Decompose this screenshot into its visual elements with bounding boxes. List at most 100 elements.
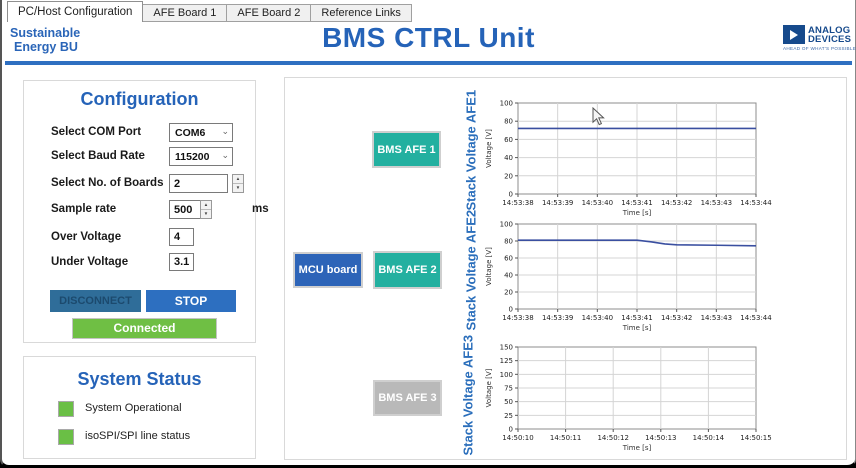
chart-stack-voltage-afe3: 0 25 50 75 100 125 150 14:50:10 14:50:11 14:50:12… bbox=[480, 340, 796, 459]
disconnect-button[interactable]: DISCONNECT bbox=[50, 290, 141, 312]
svg-text:Voltage [V]: Voltage [V] bbox=[485, 247, 493, 286]
com-port-value: COM6 bbox=[175, 127, 205, 139]
system-status-panel: System Status System Operational isoSPI/… bbox=[23, 356, 256, 459]
svg-text:14:53:42: 14:53:42 bbox=[661, 199, 692, 207]
baud-rate-select[interactable]: 115200 ⌄ bbox=[169, 147, 233, 166]
mouse-cursor bbox=[592, 107, 605, 131]
chart-stack-voltage-afe1: 0 20 40 60 80 100 14:53:38 14:53:39 14:53:40 14:5… bbox=[480, 96, 796, 224]
svg-text:14:53:43: 14:53:43 bbox=[701, 199, 732, 207]
svg-text:14:53:42: 14:53:42 bbox=[661, 314, 692, 322]
sample-rate-stepper[interactable]: ▲ ▼ bbox=[200, 200, 212, 219]
stack-voltage-afe3-label: Stack Voltage AFE3 bbox=[461, 336, 476, 456]
svg-text:14:53:43: 14:53:43 bbox=[701, 314, 732, 322]
sample-rate-label: Sample rate bbox=[51, 203, 116, 215]
svg-text:14:53:38: 14:53:38 bbox=[502, 314, 533, 322]
svg-text:14:50:12: 14:50:12 bbox=[597, 434, 628, 442]
svg-text:0: 0 bbox=[509, 426, 513, 434]
num-boards-input[interactable] bbox=[169, 174, 228, 193]
svg-text:14:53:39: 14:53:39 bbox=[542, 314, 573, 322]
svg-text:150: 150 bbox=[500, 344, 513, 352]
over-voltage-input[interactable] bbox=[169, 228, 194, 246]
svg-text:14:53:41: 14:53:41 bbox=[621, 314, 652, 322]
bms-afe2-button[interactable]: BMS AFE 2 bbox=[373, 251, 442, 289]
svg-text:75: 75 bbox=[504, 385, 513, 393]
svg-text:14:53:38: 14:53:38 bbox=[502, 199, 533, 207]
svg-text:14:53:40: 14:53:40 bbox=[582, 199, 613, 207]
configuration-title: Configuration bbox=[24, 89, 255, 110]
over-voltage-label: Over Voltage bbox=[51, 231, 121, 243]
svg-text:125: 125 bbox=[500, 357, 513, 365]
connection-status-badge: Connected bbox=[72, 318, 217, 339]
adi-triangle-icon bbox=[783, 25, 805, 44]
tab-afe-board-2[interactable]: AFE Board 2 bbox=[226, 4, 311, 22]
svg-text:14:50:10: 14:50:10 bbox=[502, 434, 533, 442]
isospi-line-label: isoSPI/SPI line status bbox=[85, 430, 190, 442]
svg-text:14:50:11: 14:50:11 bbox=[550, 434, 581, 442]
stack-voltage-afe1-label: Stack Voltage AFE1 bbox=[464, 91, 479, 211]
com-port-select[interactable]: COM6 ⌄ bbox=[169, 123, 233, 142]
system-status-title: System Status bbox=[24, 369, 255, 390]
step-up-icon[interactable]: ▲ bbox=[201, 201, 211, 210]
num-boards-stepper[interactable]: ▲ ▼ bbox=[232, 174, 244, 193]
page-title: BMS CTRL Unit bbox=[2, 22, 855, 54]
app-window: PC/Host Configuration AFE Board 1 AFE Bo… bbox=[0, 0, 856, 468]
svg-text:80: 80 bbox=[504, 238, 513, 246]
sample-rate-unit: ms bbox=[252, 203, 269, 215]
under-voltage-label: Under Voltage bbox=[51, 256, 128, 268]
step-down-icon[interactable]: ▼ bbox=[233, 184, 243, 192]
svg-text:14:53:41: 14:53:41 bbox=[621, 199, 652, 207]
under-voltage-input[interactable] bbox=[169, 253, 194, 271]
svg-text:20: 20 bbox=[504, 289, 513, 297]
header-divider bbox=[5, 61, 852, 65]
tab-reference-links[interactable]: Reference Links bbox=[310, 4, 412, 22]
svg-text:60: 60 bbox=[504, 255, 513, 263]
svg-text:14:53:44: 14:53:44 bbox=[740, 314, 772, 322]
svg-text:100: 100 bbox=[500, 371, 513, 379]
svg-text:0: 0 bbox=[509, 191, 513, 199]
stack-voltage-afe2-label: Stack Voltage AFE2 bbox=[464, 211, 479, 331]
tab-afe-board-1[interactable]: AFE Board 1 bbox=[142, 4, 227, 22]
analog-devices-logo: ANALOG DEVICES AHEAD OF WHAT'S POSSIBLE™ bbox=[783, 25, 853, 51]
svg-text:50: 50 bbox=[504, 398, 513, 406]
sample-rate-input[interactable] bbox=[169, 200, 201, 219]
step-down-icon[interactable]: ▼ bbox=[201, 210, 211, 218]
com-port-label: Select COM Port bbox=[51, 126, 141, 138]
chevron-down-icon: ⌄ bbox=[221, 128, 229, 134]
svg-text:14:50:14: 14:50:14 bbox=[693, 434, 725, 442]
system-operational-led bbox=[58, 401, 74, 417]
svg-text:14:53:44: 14:53:44 bbox=[740, 199, 772, 207]
mcu-board-button[interactable]: MCU board bbox=[293, 252, 363, 288]
svg-text:Time [s]: Time [s] bbox=[622, 209, 652, 217]
configuration-panel: Configuration Select COM Port COM6 ⌄ Sel… bbox=[23, 80, 256, 343]
logo-line2: DEVICES bbox=[808, 35, 851, 44]
svg-text:Time [s]: Time [s] bbox=[622, 324, 652, 332]
tab-pc-host-configuration[interactable]: PC/Host Configuration bbox=[7, 1, 143, 22]
svg-text:Voltage [V]: Voltage [V] bbox=[485, 129, 493, 168]
system-operational-label: System Operational bbox=[85, 402, 182, 414]
svg-text:20: 20 bbox=[504, 172, 513, 180]
svg-text:40: 40 bbox=[504, 154, 513, 162]
bms-afe1-button[interactable]: BMS AFE 1 bbox=[372, 131, 441, 168]
svg-text:14:53:40: 14:53:40 bbox=[582, 314, 613, 322]
tab-bar: PC/Host Configuration AFE Board 1 AFE Bo… bbox=[8, 2, 412, 22]
svg-text:14:53:39: 14:53:39 bbox=[542, 199, 573, 207]
bms-afe3-button[interactable]: BMS AFE 3 bbox=[373, 380, 442, 416]
svg-text:60: 60 bbox=[504, 136, 513, 144]
isospi-line-led bbox=[58, 429, 74, 445]
baud-rate-label: Select Baud Rate bbox=[51, 150, 145, 162]
num-boards-label: Select No. of Boards bbox=[51, 177, 163, 189]
logo-tagline: AHEAD OF WHAT'S POSSIBLE™ bbox=[783, 46, 853, 51]
chart-stack-voltage-afe2: 02040608010014:53:3814:53:3914:53:4014:5… bbox=[480, 217, 796, 339]
svg-text:0: 0 bbox=[509, 306, 513, 314]
svg-text:Time [s]: Time [s] bbox=[622, 444, 652, 452]
svg-text:100: 100 bbox=[500, 221, 513, 229]
stop-button[interactable]: STOP bbox=[146, 290, 236, 312]
svg-text:100: 100 bbox=[500, 100, 513, 108]
svg-text:25: 25 bbox=[504, 412, 513, 420]
svg-text:14:50:15: 14:50:15 bbox=[740, 434, 771, 442]
svg-text:80: 80 bbox=[504, 118, 513, 126]
chevron-down-icon: ⌄ bbox=[221, 152, 229, 158]
svg-text:14:50:13: 14:50:13 bbox=[645, 434, 676, 442]
svg-text:Voltage [V]: Voltage [V] bbox=[485, 368, 493, 407]
step-up-icon[interactable]: ▲ bbox=[233, 175, 243, 184]
